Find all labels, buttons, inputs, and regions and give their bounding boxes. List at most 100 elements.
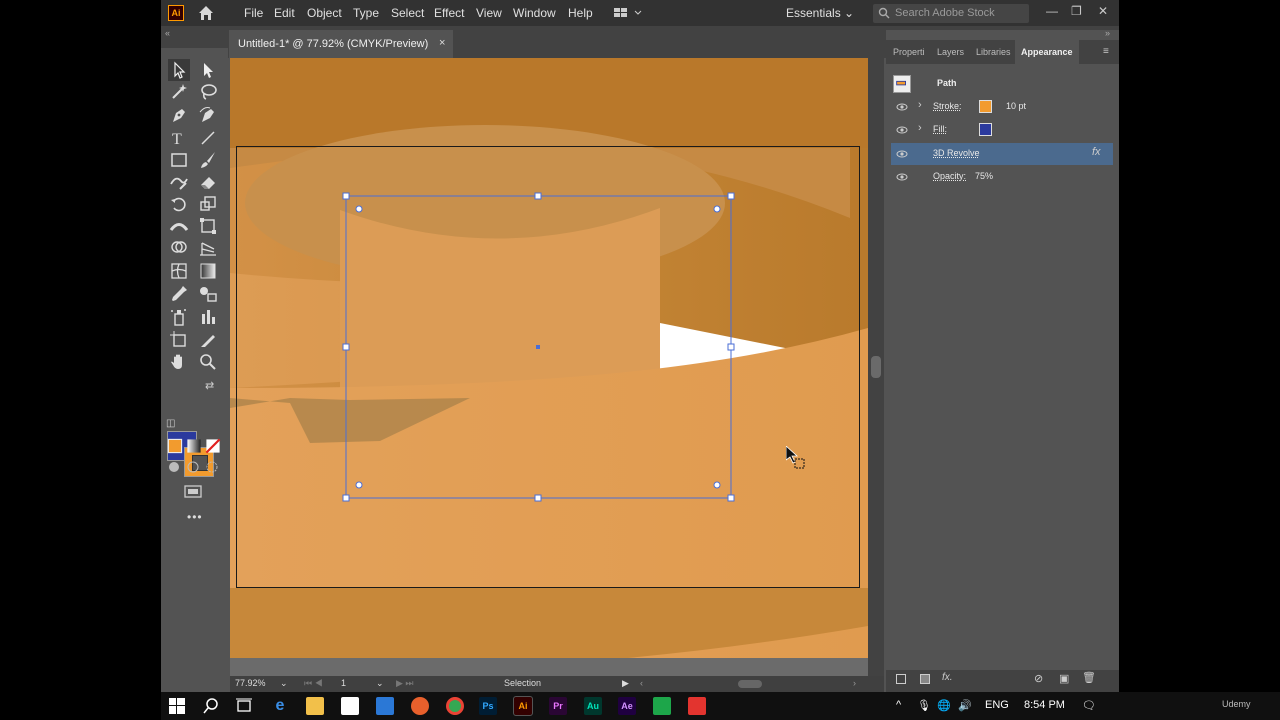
language-indicator[interactable]: ENG bbox=[985, 699, 1009, 711]
menu-window[interactable]: Window bbox=[513, 6, 556, 20]
scroll-right-icon[interactable]: › bbox=[853, 678, 856, 688]
document-tab[interactable]: Untitled-1* @ 77.92% (CMYK/Preview) × bbox=[229, 30, 453, 58]
volume-icon[interactable]: 🔊 bbox=[958, 699, 972, 712]
fill-row[interactable]: › Fill: bbox=[891, 119, 1113, 141]
scroll-left-icon[interactable]: ‹ bbox=[640, 678, 643, 688]
width-tool[interactable] bbox=[168, 215, 190, 237]
gradient-tool[interactable] bbox=[197, 260, 219, 282]
default-colors-icon[interactable]: ◫ bbox=[166, 418, 175, 429]
clear-appearance-icon[interactable]: ⊘ bbox=[1034, 672, 1043, 685]
search-icon[interactable] bbox=[203, 698, 219, 714]
artboard-number[interactable]: 1 bbox=[341, 678, 346, 688]
first-artboard-icon[interactable]: ⏮ ◀ bbox=[304, 678, 323, 689]
workspace-switcher-icon[interactable] bbox=[613, 6, 645, 20]
after-effects-icon[interactable]: Ae bbox=[618, 697, 636, 715]
menu-view[interactable]: View bbox=[476, 6, 502, 20]
corner-widget-top-left[interactable] bbox=[355, 205, 363, 213]
magic-wand-tool[interactable] bbox=[168, 81, 190, 103]
handle-top-right[interactable] bbox=[727, 192, 735, 200]
slice-tool[interactable] bbox=[197, 329, 219, 351]
fill-color-swatch[interactable] bbox=[979, 123, 992, 136]
handle-middle-right[interactable] bbox=[727, 343, 735, 351]
mail-icon[interactable] bbox=[376, 697, 394, 715]
zoom-dropdown-icon[interactable]: ⌄ bbox=[280, 678, 288, 689]
edge-icon[interactable]: e bbox=[271, 697, 289, 715]
clock[interactable]: 8:54 PM bbox=[1024, 699, 1065, 711]
add-stroke-icon[interactable] bbox=[896, 674, 906, 684]
opacity-row[interactable]: Opacity: 75% bbox=[891, 166, 1113, 188]
panel-menu-icon[interactable]: ≡ bbox=[1103, 46, 1109, 57]
gradient-mode-button[interactable] bbox=[183, 435, 203, 455]
shape-builder-tool[interactable] bbox=[168, 237, 190, 259]
duplicate-item-icon[interactable]: ▣ bbox=[1059, 672, 1069, 685]
add-effect-icon[interactable]: fx. bbox=[942, 672, 953, 683]
type-tool[interactable]: T bbox=[168, 127, 190, 149]
menu-object[interactable]: Object bbox=[307, 6, 342, 20]
lasso-tool[interactable] bbox=[197, 81, 219, 103]
paintbrush-tool[interactable] bbox=[197, 149, 219, 171]
handle-middle-left[interactable] bbox=[342, 343, 350, 351]
menu-help[interactable]: Help bbox=[568, 6, 593, 20]
corner-widget-bottom-left[interactable] bbox=[355, 481, 363, 489]
fx-icon[interactable]: fx bbox=[1092, 146, 1101, 158]
stroke-label[interactable]: Stroke: bbox=[933, 101, 962, 111]
handle-top-center[interactable] bbox=[534, 192, 542, 200]
opacity-value[interactable]: 75% bbox=[975, 171, 993, 181]
tab-properties[interactable]: Properti bbox=[893, 47, 925, 57]
close-tab-button[interactable]: × bbox=[439, 37, 445, 49]
handle-bottom-center[interactable] bbox=[534, 494, 542, 502]
direct-selection-tool[interactable] bbox=[197, 59, 219, 81]
symbol-sprayer-tool[interactable] bbox=[168, 306, 190, 328]
effect-row-3d-revolve[interactable]: 3D Revolve fx bbox=[891, 143, 1113, 165]
drawing-modes-button[interactable] bbox=[164, 457, 222, 477]
fill-label[interactable]: Fill: bbox=[933, 124, 947, 134]
stroke-weight-value[interactable]: 10 pt bbox=[1006, 101, 1026, 111]
selection-tool[interactable] bbox=[168, 59, 190, 81]
restore-button[interactable]: ❐ bbox=[1071, 4, 1082, 18]
free-transform-tool[interactable] bbox=[197, 215, 219, 237]
artboard-dropdown-icon[interactable]: ⌄ bbox=[376, 678, 384, 689]
next-artboard-icon[interactable]: ▶ ⏭ bbox=[396, 678, 414, 689]
rotate-tool[interactable] bbox=[168, 193, 190, 215]
menu-edit[interactable]: Edit bbox=[274, 6, 295, 20]
add-fill-icon[interactable] bbox=[920, 674, 930, 684]
screen-mode-button[interactable] bbox=[182, 481, 204, 503]
windows-start-icon[interactable] bbox=[169, 698, 185, 714]
blend-tool[interactable] bbox=[197, 283, 219, 305]
menu-effect[interactable]: Effect bbox=[434, 6, 464, 20]
perspective-grid-tool[interactable] bbox=[197, 237, 219, 259]
mesh-tool[interactable] bbox=[168, 260, 190, 282]
premiere-icon[interactable]: Pr bbox=[549, 697, 567, 715]
delete-item-icon[interactable]: 🗑 bbox=[1082, 671, 1096, 684]
column-graph-tool[interactable] bbox=[197, 306, 219, 328]
effect-label[interactable]: 3D Revolve bbox=[933, 148, 980, 158]
artboard-tool[interactable] bbox=[168, 329, 190, 351]
canvas[interactable] bbox=[230, 58, 868, 676]
scale-tool[interactable] bbox=[197, 193, 219, 215]
eyedropper-tool[interactable] bbox=[168, 283, 190, 305]
line-segment-tool[interactable] bbox=[197, 127, 219, 149]
network-icon[interactable]: 🌐 bbox=[937, 699, 951, 712]
corner-widget-bottom-right[interactable] bbox=[713, 481, 721, 489]
eye-icon[interactable] bbox=[896, 171, 908, 183]
collapse-panel-icon[interactable]: » bbox=[1105, 28, 1110, 38]
stock-search-input[interactable]: Search Adobe Stock bbox=[873, 4, 1029, 23]
audition-icon[interactable]: Au bbox=[584, 697, 602, 715]
pen-tool[interactable] bbox=[168, 104, 190, 126]
eye-icon[interactable] bbox=[896, 101, 908, 113]
handle-bottom-right[interactable] bbox=[727, 494, 735, 502]
store-icon[interactable] bbox=[341, 697, 359, 715]
status-menu-icon[interactable]: ▶ bbox=[622, 678, 629, 689]
chrome-icon[interactable] bbox=[446, 697, 464, 715]
edit-toolbar-icon[interactable]: ••• bbox=[187, 510, 203, 524]
curvature-tool[interactable] bbox=[197, 104, 219, 126]
selection-bounding-box[interactable] bbox=[230, 58, 868, 676]
camtasia-icon[interactable] bbox=[653, 697, 671, 715]
task-view-icon[interactable] bbox=[236, 698, 252, 714]
illustrator-icon[interactable]: Ai bbox=[513, 696, 533, 716]
eye-icon[interactable] bbox=[896, 124, 908, 136]
workspace-dropdown[interactable]: Essentials ⌄ bbox=[786, 6, 854, 20]
stroke-row[interactable]: › Stroke: 10 pt bbox=[891, 96, 1113, 118]
stroke-color-swatch[interactable] bbox=[979, 100, 992, 113]
menu-select[interactable]: Select bbox=[391, 6, 424, 20]
